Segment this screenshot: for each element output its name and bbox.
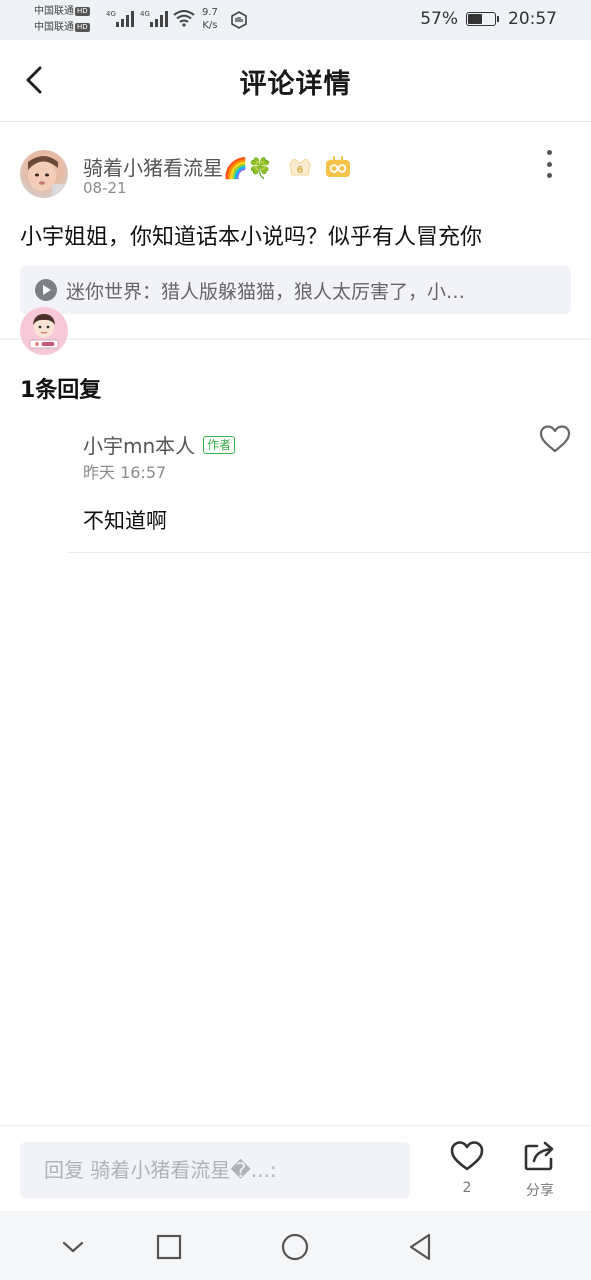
section-divider — [0, 338, 591, 340]
nav-home-icon — [281, 1233, 309, 1261]
reply-avatar[interactable] — [20, 307, 68, 355]
nav-recent-icon — [156, 1234, 182, 1260]
heart-icon — [539, 425, 571, 453]
more-button[interactable] — [537, 147, 561, 181]
clock: 20:57 — [508, 9, 557, 29]
nav-home-button[interactable] — [277, 1229, 313, 1265]
play-icon — [35, 279, 57, 301]
battery-fill — [468, 14, 483, 24]
avatar[interactable] — [20, 150, 68, 198]
carrier-1: 中国联通 — [34, 6, 74, 17]
level-badge-number: 6 — [296, 165, 303, 176]
page-header: 评论详情 — [0, 40, 591, 122]
nav-recent-button[interactable] — [151, 1229, 187, 1265]
signal-icon: 4G — [106, 10, 134, 27]
share-button[interactable]: 分享 — [510, 1140, 570, 1200]
speed-value: 9.7 — [202, 7, 218, 18]
like-button[interactable]: 2 — [437, 1140, 497, 1196]
speed-unit: K/s — [202, 20, 218, 31]
nav-collapse-icon — [62, 1241, 84, 1253]
battery-percent: 57% — [420, 9, 458, 29]
reply-username[interactable]: 小宇mn本人 — [83, 430, 195, 459]
baby-avatar-icon — [28, 156, 68, 198]
status-right: 57% 20:57 — [420, 9, 557, 29]
share-label: 分享 — [526, 1183, 554, 1199]
source-title: 迷你世界：猎人版躲猫猫，狼人太厉害了，小… — [66, 280, 466, 303]
wifi-icon — [173, 10, 195, 27]
more-icon — [546, 150, 552, 155]
comment-username[interactable]: 骑着小猪看流星🌈🍀 — [83, 152, 273, 181]
nav-collapse-button[interactable] — [55, 1229, 91, 1265]
reply-time: 昨天 16:57 — [83, 463, 167, 482]
app-notification-icon — [231, 11, 247, 29]
reply-input[interactable] — [20, 1142, 410, 1198]
hd-icon: HD — [75, 23, 90, 32]
system-nav-bar — [0, 1211, 591, 1280]
comment-username-row: 骑着小猪看流星🌈🍀 6 — [83, 152, 351, 181]
reply-count: 1条回复 — [20, 378, 102, 403]
network-speed: 9.7 K/s — [202, 6, 218, 32]
signal-icon: 4G — [140, 10, 168, 27]
reply-user-row: 小宇mn本人 作者 — [83, 430, 236, 459]
reply-divider — [68, 552, 591, 553]
like-count: 2 — [462, 1180, 472, 1196]
status-bar: 中国联通 HD 中国联通 HD 4G 4G 9.7 K/s 57% 20:57 — [0, 0, 591, 40]
cartoon-avatar-icon — [20, 307, 68, 355]
author-tag: 作者 — [203, 435, 236, 454]
vip-badge-icon — [325, 155, 350, 177]
page-title: 评论详情 — [239, 69, 352, 100]
reply-like-button[interactable] — [539, 424, 571, 454]
network-type-2: 4G — [140, 10, 150, 18]
comment-date: 08-21 — [83, 179, 127, 197]
carrier-2: 中国联通 — [34, 22, 74, 33]
hd-icon: HD — [75, 7, 90, 16]
nav-back-button[interactable] — [402, 1229, 438, 1265]
share-icon — [524, 1141, 554, 1171]
heart-icon — [450, 1141, 484, 1171]
level-badge-icon: 6 — [289, 157, 311, 176]
bottom-action-bar: 2 分享 — [0, 1125, 591, 1211]
network-type-1: 4G — [106, 10, 116, 18]
nav-back-icon — [409, 1233, 431, 1261]
carrier-info: 中国联通 HD 中国联通 HD — [34, 4, 90, 36]
source-video-link[interactable]: 迷你世界：猎人版躲猫猫，狼人太厉害了，小… — [20, 266, 571, 314]
comment-text: 小宇姐姐，你知道话本小说吗？似乎有人冒充你 — [20, 225, 483, 250]
main-comment: 骑着小猪看流星🌈🍀 6 08-21 小宇姐姐，你知道话本小说吗？似乎有人冒充你 … — [0, 123, 591, 338]
reply-text: 不知道啊 — [83, 509, 167, 533]
battery-icon — [466, 12, 499, 26]
